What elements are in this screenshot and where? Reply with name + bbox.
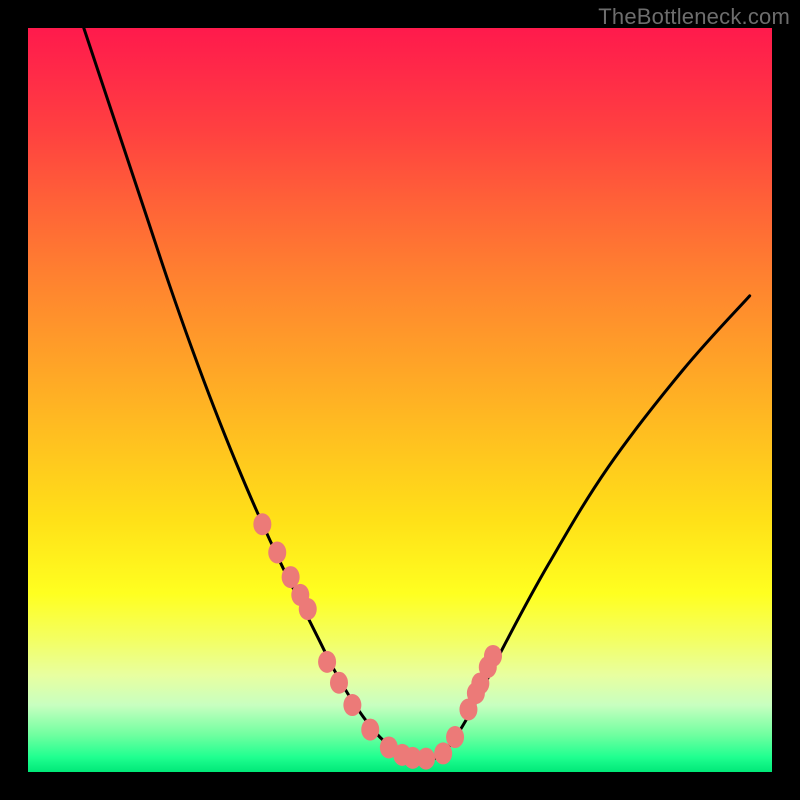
data-marker: [417, 748, 435, 770]
data-marker: [268, 542, 286, 564]
chart-frame: TheBottleneck.com: [0, 0, 800, 800]
data-marker: [330, 672, 348, 694]
plot-area: [28, 28, 772, 772]
curve-line: [84, 28, 750, 761]
watermark-text: TheBottleneck.com: [598, 4, 790, 30]
data-marker: [318, 651, 336, 673]
data-marker: [343, 694, 361, 716]
bottleneck-curve-chart: [28, 28, 772, 772]
data-marker: [484, 645, 502, 667]
data-marker: [299, 598, 317, 620]
data-marker: [434, 742, 452, 764]
data-marker: [446, 726, 464, 748]
data-marker: [361, 719, 379, 741]
data-marker: [253, 513, 271, 535]
